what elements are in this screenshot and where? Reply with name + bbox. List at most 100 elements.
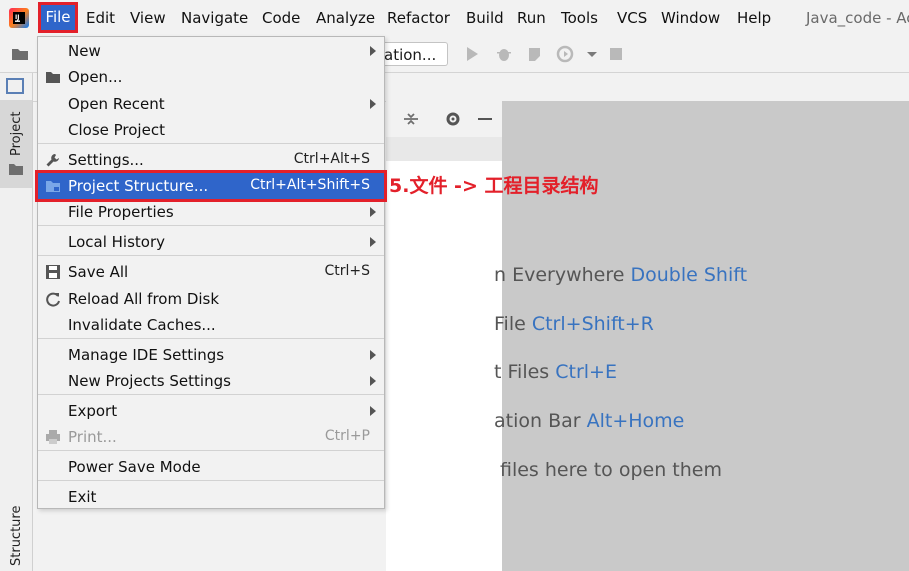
submenu-arrow-icon [370,237,376,247]
menu-item-shortcut: Ctrl+Alt+S [293,151,370,167]
menu-code[interactable]: Code [262,9,300,27]
chevron-down-icon[interactable] [582,44,602,64]
menu-view[interactable]: View [130,9,166,27]
menu-separator [38,450,384,451]
menu-build[interactable]: Build [466,9,504,27]
window-title: Java_code - Ac [806,9,909,27]
menu-item-shortcut: Ctrl+P [324,428,370,444]
project-tab-label: Project [9,111,24,156]
minimize-icon[interactable] [476,110,494,128]
menu-item-label: Project Structure... [68,177,209,195]
menu-item-label: New Projects Settings [68,372,231,390]
menu-item-power-save-mode[interactable]: Power Save Mode [38,454,384,480]
stop-icon[interactable] [606,44,626,64]
menu-item-label: Settings... [68,151,144,169]
menu-item-label: Invalidate Caches... [68,316,216,334]
menu-separator [38,255,384,256]
menu-tools[interactable]: Tools [561,9,598,27]
menu-item-local-history[interactable]: Local History [38,229,384,255]
menu-window[interactable]: Window [661,9,720,27]
run-icon[interactable] [462,44,482,64]
submenu-arrow-icon [370,207,376,217]
menu-item-project-structure[interactable]: Project Structure... Ctrl+Alt+Shift+S [35,170,387,202]
menu-item-shortcut: Ctrl+S [324,263,370,279]
hint-key: Double Shift [630,264,748,286]
submenu-arrow-icon [370,350,376,360]
save-icon [46,265,60,279]
menu-item-label: Export [68,402,118,420]
menu-item-manage-ide-settings[interactable]: Manage IDE Settings [38,342,384,368]
window-layout-icon[interactable] [6,78,24,94]
submenu-arrow-icon [370,46,376,56]
run-configuration-select[interactable]: ation... [384,42,448,66]
submenu-arrow-icon [370,99,376,109]
menu-vcs[interactable]: VCS [617,9,647,27]
menu-item-settings[interactable]: Settings... Ctrl+Alt+S [38,147,384,173]
menu-item-label: File Properties [68,203,174,221]
wrench-icon [46,154,59,167]
menu-run[interactable]: Run [517,9,546,27]
menu-item-export[interactable]: Export [38,398,384,424]
menu-refactor[interactable]: Refactor [387,9,450,27]
folder-open-icon[interactable] [10,44,30,64]
svg-text:IJ: IJ [15,14,19,21]
project-panel-toolbar [386,137,502,161]
menu-item-open[interactable]: Open... [38,64,384,90]
profile-icon[interactable] [556,44,576,64]
project-tool-tab[interactable]: Project [0,100,32,188]
menu-item-label: Save All [68,263,129,281]
menu-item-invalidate-caches[interactable]: Invalidate Caches... [38,312,384,338]
menu-item-label: Print... [68,428,117,446]
menu-edit[interactable]: Edit [86,9,115,27]
submenu-arrow-icon [370,376,376,386]
menu-item-label: Manage IDE Settings [68,346,225,364]
menu-help[interactable]: Help [737,9,771,27]
menu-item-label: Reload All from Disk [68,290,220,308]
menu-item-label: Local History [68,233,166,251]
menu-item-save-all[interactable]: Save All Ctrl+S [38,259,384,285]
menu-navigate[interactable]: Navigate [181,9,248,27]
editor-hint-recent-files: t Files Ctrl+E [494,361,617,383]
submenu-arrow-icon [370,406,376,416]
hint-text: File [494,313,532,335]
menu-item-shortcut: Ctrl+Alt+Shift+S [250,177,370,193]
project-tree[interactable] [386,161,502,571]
menu-item-new[interactable]: New [38,38,384,64]
menu-item-close-project[interactable]: Close Project [38,117,384,143]
folder-open-icon [46,72,60,83]
gear-icon[interactable] [444,110,462,128]
collapse-all-icon[interactable] [402,110,420,128]
menu-separator [38,143,384,144]
menu-item-reload[interactable]: Reload All from Disk [38,286,384,312]
hint-key: Alt+Home [586,410,685,432]
menu-item-label: Exit [68,488,97,506]
intellij-logo-icon[interactable]: IJ [9,8,29,28]
file-menu-dropdown: New Open... Open Recent Close Project Se… [35,36,387,510]
menu-file[interactable]: File [38,2,78,33]
menu-item-label: Open Recent [68,95,165,113]
menu-analyze[interactable]: Analyze [316,9,375,27]
hint-text: files here to open them [500,459,722,481]
hint-key: Ctrl+Shift+R [531,313,654,335]
reload-icon [46,292,60,307]
project-panel-header [386,101,502,137]
coverage-icon[interactable] [526,44,546,64]
editor-hint-search: n Everywhere Double Shift [494,264,747,286]
project-structure-icon [46,181,60,192]
printer-icon [46,430,60,444]
debug-icon[interactable] [494,44,514,64]
hint-text: ation Bar [494,410,587,432]
menu-separator [38,338,384,339]
menu-item-print[interactable]: Print... Ctrl+P [38,424,384,450]
menu-item-file-properties[interactable]: File Properties [38,199,384,225]
menu-item-exit[interactable]: Exit [38,484,384,510]
menu-separator [38,480,384,481]
folder-icon [9,164,23,175]
menu-item-label: Open... [68,68,123,86]
hint-key: Ctrl+E [555,361,617,383]
menu-item-open-recent[interactable]: Open Recent [38,91,384,117]
menu-separator [38,225,384,226]
menu-item-label: Power Save Mode [68,458,201,476]
menu-item-new-projects-settings[interactable]: New Projects Settings [38,368,384,394]
structure-tab-label[interactable]: Structure [9,506,24,566]
